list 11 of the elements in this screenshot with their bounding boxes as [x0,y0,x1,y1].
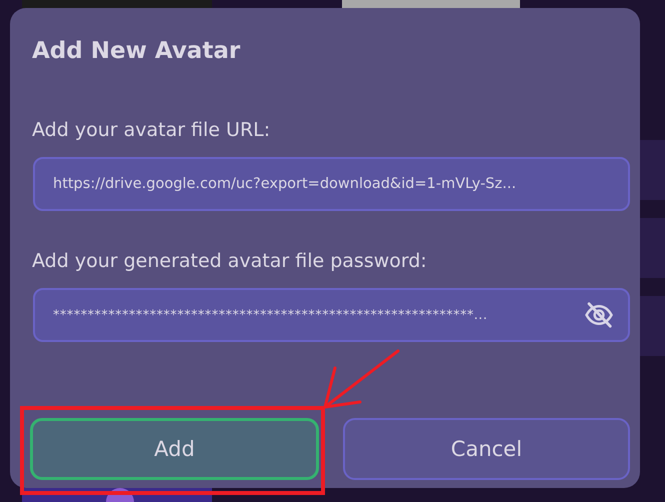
eye-slash-icon[interactable] [584,300,614,330]
dialog-title: Add New Avatar [32,37,242,66]
password-field[interactable]: *************************************************************... [33,288,630,342]
url-field[interactable]: https://drive.google.com/uc?export=download&id=1-mVLy-Sz... [33,157,630,211]
background-card [640,296,665,356]
cancel-button[interactable]: Cancel [343,418,630,480]
field-label: Add your avatar file URL: [32,118,272,143]
background-card [640,218,665,278]
field-label: Add your generated avatar file password: [32,249,428,274]
background-card [640,140,665,200]
add-button[interactable]: Add [30,418,319,480]
